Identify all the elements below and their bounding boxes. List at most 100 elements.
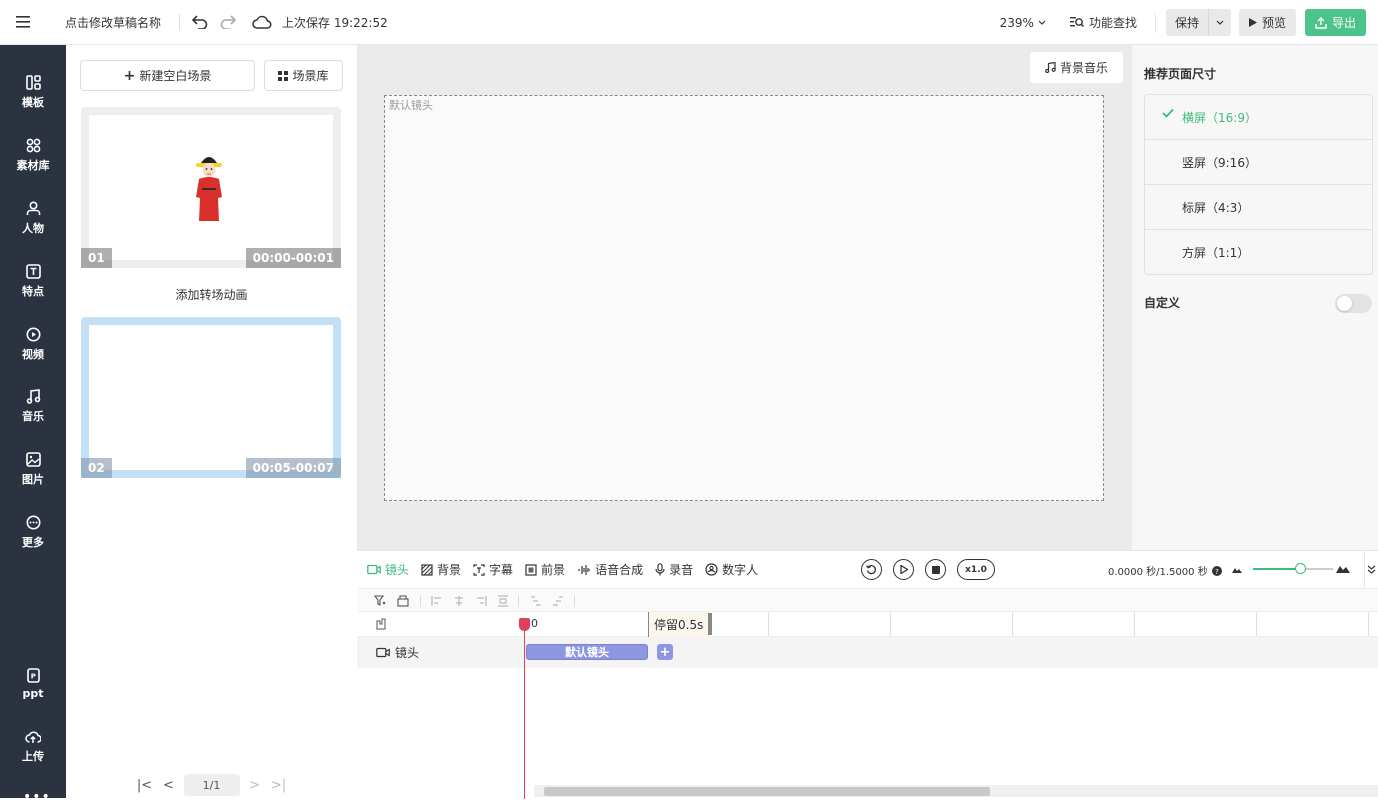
ratio-option-16-9[interactable]: 横屏（16:9） [1145, 95, 1372, 140]
ratio-label: 横屏（16:9） [1182, 110, 1257, 125]
sidebar-item-music[interactable]: 音乐 [0, 381, 66, 431]
tab-foreground[interactable]: 前景 [525, 561, 565, 578]
custom-size-toggle[interactable] [1335, 294, 1372, 313]
sidebar-item-label: ppt [22, 687, 44, 700]
sidebar-item-video[interactable]: 视频 [0, 319, 66, 369]
scene-library-label: 场景库 [292, 69, 329, 83]
menu-icon[interactable] [0, 0, 45, 45]
camera-icon [367, 564, 381, 575]
new-blank-scene-label: 新建空白场景 [139, 69, 212, 83]
play-icon [899, 565, 908, 574]
sidebar-item-text[interactable]: 特点 [0, 256, 66, 306]
foreground-icon [525, 563, 537, 576]
tab-shot[interactable]: 镜头 [367, 561, 409, 578]
add-shot-button[interactable]: + [657, 644, 673, 660]
align-center-icon[interactable] [453, 595, 465, 607]
distribute-icon[interactable] [497, 595, 509, 607]
first-page-icon[interactable]: |< [136, 778, 154, 793]
stagger-icon[interactable] [530, 595, 542, 607]
export-button[interactable]: 导出 [1304, 9, 1366, 36]
next-page-icon[interactable]: > [246, 778, 264, 793]
playhead-handle[interactable] [519, 618, 530, 631]
stay-resize-handle[interactable] [708, 613, 712, 635]
zoom-out-icon[interactable] [1232, 566, 1242, 573]
draft-title[interactable]: 点击修改草稿名称 [65, 14, 161, 31]
stage-shot-label: 默认镜头 [389, 99, 433, 112]
pagination: |< < 1/1 > >| [66, 772, 357, 798]
add-transition-link[interactable]: 添加转场动画 [66, 286, 357, 303]
ratio-option-4-3[interactable]: 标屏（4:3） [1145, 185, 1372, 230]
align-right-icon[interactable] [475, 595, 487, 607]
last-page-icon[interactable]: >| [270, 778, 288, 793]
redo-icon[interactable] [214, 8, 242, 36]
background-music-button[interactable]: 背景音乐 [1030, 52, 1123, 83]
stay-duration-block[interactable]: 停留0.5s [648, 612, 710, 637]
tab-label: 数字人 [722, 563, 759, 577]
sidebar-item-more[interactable]: 更多 [0, 507, 66, 557]
digital-human-icon [705, 563, 718, 576]
sidebar-item-label: 上传 [22, 750, 44, 763]
preview-button[interactable]: 预览 [1238, 9, 1296, 36]
speed-button[interactable]: x1.0 [957, 559, 995, 580]
sidebar-item-person[interactable]: 人物 [0, 193, 66, 243]
ratio-option-9-16[interactable]: 竖屏（9:16） [1145, 140, 1372, 185]
tab-tts[interactable]: 语音合成 [577, 561, 643, 578]
page-indicator[interactable]: 1/1 [183, 774, 240, 796]
scene-card[interactable]: 02 00:05-00:07 [81, 317, 341, 478]
shot-track: 镜头 默认镜头 + [357, 637, 1378, 668]
collapse-button[interactable] [1364, 551, 1378, 588]
horizontal-scrollbar[interactable] [534, 785, 1378, 797]
replay-icon [866, 565, 876, 575]
scene-library-button[interactable]: 场景库 [264, 60, 343, 91]
stay-label: 停留0.5s [654, 618, 704, 632]
keep-dropdown[interactable] [1209, 9, 1231, 36]
more-icon [26, 515, 40, 529]
slider-handle[interactable] [1295, 563, 1306, 574]
sidebar-item-label: 更多 [22, 535, 44, 549]
snap-icon[interactable] [397, 595, 409, 607]
ruler-tick [1012, 612, 1013, 636]
tab-record[interactable]: 录音 [655, 561, 693, 578]
scrollbar-thumb[interactable] [544, 787, 990, 796]
tab-digital-human[interactable]: 数字人 [705, 561, 758, 578]
align-left-icon[interactable] [431, 595, 443, 607]
divider [574, 595, 575, 607]
timeline-zoom-slider[interactable] [1253, 563, 1333, 574]
sidebar-item-label: 素材库 [16, 158, 50, 172]
stop-button[interactable] [925, 559, 946, 580]
scene-card[interactable]: 01 00:00-00:01 [81, 107, 341, 268]
zoom-select[interactable]: 239% [1000, 16, 1046, 30]
undo-icon[interactable] [186, 8, 214, 36]
tab-background[interactable]: 背景 [421, 561, 461, 578]
sidebar-item-ppt[interactable]: P ppt [0, 659, 66, 709]
magnet-icon[interactable] [376, 618, 388, 630]
stage-canvas[interactable]: 默认镜头 [384, 95, 1104, 501]
time-readout: 0.0000 秒/1.5000 秒 ? [1108, 563, 1222, 578]
overflow-icon[interactable]: ••• [23, 789, 51, 805]
ratio-option-1-1[interactable]: 方屏（1:1） [1145, 230, 1372, 275]
shot-clip[interactable]: 默认镜头 [526, 644, 648, 660]
sidebar-item-image[interactable]: 图片 [0, 444, 66, 494]
play-button[interactable] [893, 559, 914, 580]
help-icon[interactable]: ? [1211, 565, 1222, 576]
replay-button[interactable] [861, 559, 882, 580]
ruler-tick [1134, 612, 1135, 636]
new-blank-scene-button[interactable]: + 新建空白场景 [80, 60, 255, 91]
divider [1154, 12, 1156, 33]
video-icon [26, 327, 40, 341]
filter-icon[interactable] [374, 595, 386, 607]
feature-search-button[interactable]: 功能查找 [1069, 14, 1137, 31]
prev-page-icon[interactable]: < [160, 778, 178, 793]
track-header: 镜头 [376, 644, 419, 661]
zoom-in-icon[interactable] [1336, 564, 1350, 573]
zoom-value: 239% [999, 15, 1034, 30]
keep-button[interactable]: 保持 [1166, 9, 1209, 36]
sidebar-item-template[interactable]: 模板 [0, 67, 66, 117]
sidebar-item-material[interactable]: 素材库 [0, 130, 66, 180]
stagger-reverse-icon[interactable] [552, 595, 564, 607]
tab-label: 语音合成 [595, 563, 644, 577]
sidebar-item-upload[interactable]: 上传 [0, 722, 66, 772]
waveform-icon [578, 564, 591, 575]
text-icon [25, 263, 41, 279]
tab-subtitle[interactable]: 字幕 [473, 561, 513, 578]
